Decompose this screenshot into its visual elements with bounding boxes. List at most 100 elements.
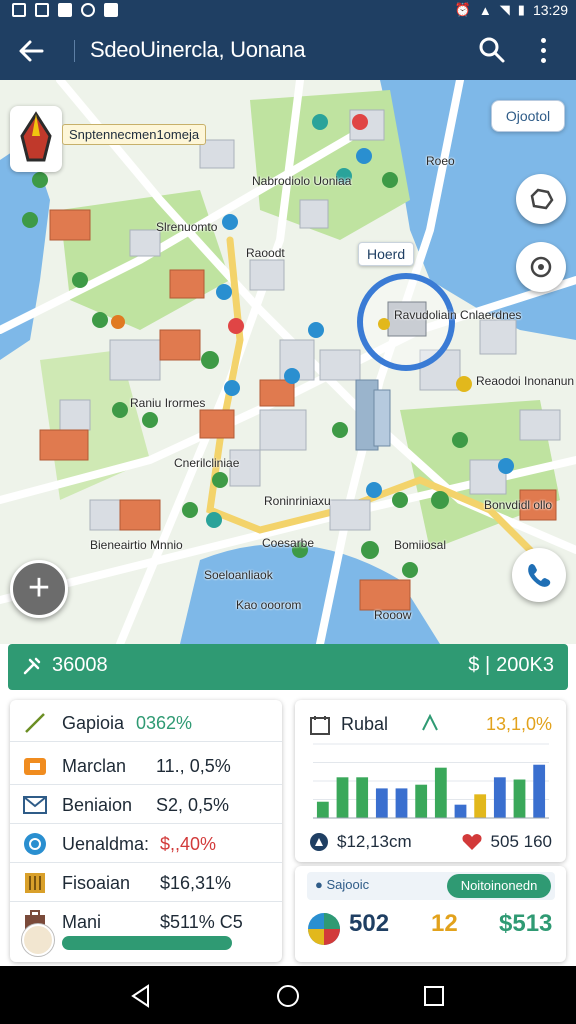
stat-pending: 12	[431, 910, 458, 937]
stat-amount: $513	[499, 910, 553, 937]
chart-bar[interactable]	[454, 804, 467, 818]
map-label: Kao ooorom	[236, 598, 302, 612]
compass-icon	[310, 833, 328, 851]
gallery-icon	[12, 3, 26, 17]
call-button[interactable]	[512, 548, 566, 602]
chart-bar[interactable]	[493, 777, 506, 818]
logo-label: Snptennecmen1omeja	[62, 124, 207, 145]
summary-right-value: 200K3	[496, 654, 554, 676]
chart-stat-left: $12,13cm	[309, 832, 412, 852]
map-label: Ravudoliain Cnlaerdnes	[394, 308, 522, 322]
pie-icon	[308, 913, 340, 945]
battery-icon: ▮	[517, 2, 525, 17]
map-label: Bomiiosal	[394, 538, 447, 552]
chart-title: Rubal	[341, 714, 389, 734]
map-label: Slrenuomto	[156, 220, 218, 234]
trend-icon	[25, 713, 45, 733]
chart-bar[interactable]	[415, 784, 428, 818]
app-bar: SdeoUinercla, Uonana	[0, 22, 576, 80]
map-canvas[interactable]	[0, 80, 576, 644]
row-value: $,,40%	[160, 834, 217, 854]
status-bar: ⏰ ▲ ◥ ▮ 13:29	[0, 0, 576, 22]
tools-icon	[23, 657, 41, 674]
chart-bar[interactable]	[474, 794, 487, 818]
chart-bar[interactable]	[316, 801, 329, 818]
summary-right: $ | 200K3	[468, 654, 554, 677]
quick-filter-chip[interactable]: Ojootol	[491, 100, 565, 132]
currency-icon: $ |	[468, 654, 491, 676]
row-name: Gapioia	[62, 713, 125, 733]
map-label: Roeo	[426, 154, 455, 168]
chart-bar[interactable]	[513, 779, 526, 818]
more-menu-button[interactable]	[528, 34, 558, 66]
map-label: Cnerilcliniae	[174, 456, 240, 470]
nav-back-icon[interactable]	[128, 983, 154, 1009]
business-logo[interactable]	[10, 106, 62, 172]
growth-icon	[422, 714, 438, 731]
chart-bar[interactable]	[533, 764, 546, 818]
phone-icon	[528, 564, 551, 587]
map-label: Bieneairtio Mnnio	[90, 538, 183, 552]
city-map[interactable]: Snptennecmen1omeja Ojootol Hoerd Roeo Na…	[0, 80, 576, 644]
chart-icon	[58, 3, 72, 17]
nav-recents-icon[interactable]	[421, 983, 447, 1009]
row-name: Uenaldma:	[62, 834, 150, 854]
stats-card: ● Sajooic Noitoinonedn 502 12 $513	[295, 866, 566, 962]
stats-label: ● Sajooic	[315, 877, 370, 892]
chart-stat-right-value: 505 160	[490, 832, 552, 851]
summary-bar: 36008 $ | 200K3	[8, 644, 568, 690]
stats-header: ● Sajooic Noitoinonedn	[307, 872, 555, 900]
locate-button[interactable]	[516, 242, 566, 292]
row-name: Mani	[62, 912, 102, 932]
row-name: Marclan	[62, 756, 127, 776]
chart-stat-right: 505 160	[461, 832, 552, 852]
add-place-button[interactable]: +	[10, 560, 68, 618]
more-vertical-icon	[541, 38, 546, 43]
system-nav-bar	[0, 966, 576, 1024]
calendar-icon	[310, 716, 330, 735]
list-item[interactable]: Beniaion S2, 0,5%	[10, 786, 282, 824]
map-label: Bonvdidl ollo	[484, 498, 553, 512]
back-button[interactable]	[14, 34, 50, 68]
chart-percent: 13,1,0%	[485, 714, 552, 734]
signal-icon: ▲	[478, 2, 492, 18]
row-value: 11., 0,5%	[156, 756, 231, 776]
crest-icon	[20, 111, 52, 162]
revenue-chart-card: Rubal 13,1,0% $12,13cm 505 160	[295, 700, 566, 862]
list-item[interactable]: Marclan 11., 0,5%	[10, 747, 282, 785]
avatar[interactable]	[22, 924, 54, 956]
metrics-list-card: Gapioia 0362% Marclan 11., 0,5% Beniaion…	[10, 700, 282, 962]
layers-button[interactable]	[516, 174, 566, 224]
selected-place-badge[interactable]: Hoerd	[358, 242, 415, 266]
search-icon	[479, 37, 505, 63]
list-item[interactable]: Gapioia 0362%	[10, 704, 282, 742]
stats-action-button[interactable]: Noitoinonedn	[447, 874, 551, 898]
row-value: $16,31%	[160, 873, 232, 893]
map-label: Coesarbe	[262, 536, 315, 550]
row-name: Beniaion	[62, 795, 133, 815]
row-name: Fisoaian	[62, 873, 131, 893]
chart-bar[interactable]	[375, 788, 388, 818]
row-value: S2, 0,5%	[156, 795, 230, 815]
sync-icon	[81, 3, 95, 17]
list-item[interactable]: Uenaldma: $,,40%	[10, 825, 282, 863]
settings-icon	[530, 256, 552, 278]
list-item[interactable]: Fisoaian $16,31%	[10, 864, 282, 902]
page-title: SdeoUinercla, Uonana	[90, 37, 306, 62]
bar-chart[interactable]	[307, 740, 555, 822]
nav-home-icon[interactable]	[275, 983, 301, 1009]
row-value: 0362%	[136, 713, 193, 733]
building-icon	[25, 873, 45, 893]
chart-stat-left-value: $12,13cm	[337, 832, 412, 851]
chart-bar[interactable]	[356, 777, 369, 818]
search-button[interactable]	[476, 34, 508, 66]
circle-info-icon	[24, 833, 46, 855]
chart-bar[interactable]	[395, 788, 408, 818]
mail-icon	[23, 796, 47, 814]
system-icons: ⏰ ▲ ◥ ▮ 13:29	[455, 2, 568, 18]
chart-bar[interactable]	[434, 767, 447, 818]
chart-bar[interactable]	[336, 777, 349, 818]
wallet-icon	[24, 758, 46, 775]
status-time: 13:29	[532, 2, 568, 18]
summary-left: 36008	[22, 654, 108, 677]
